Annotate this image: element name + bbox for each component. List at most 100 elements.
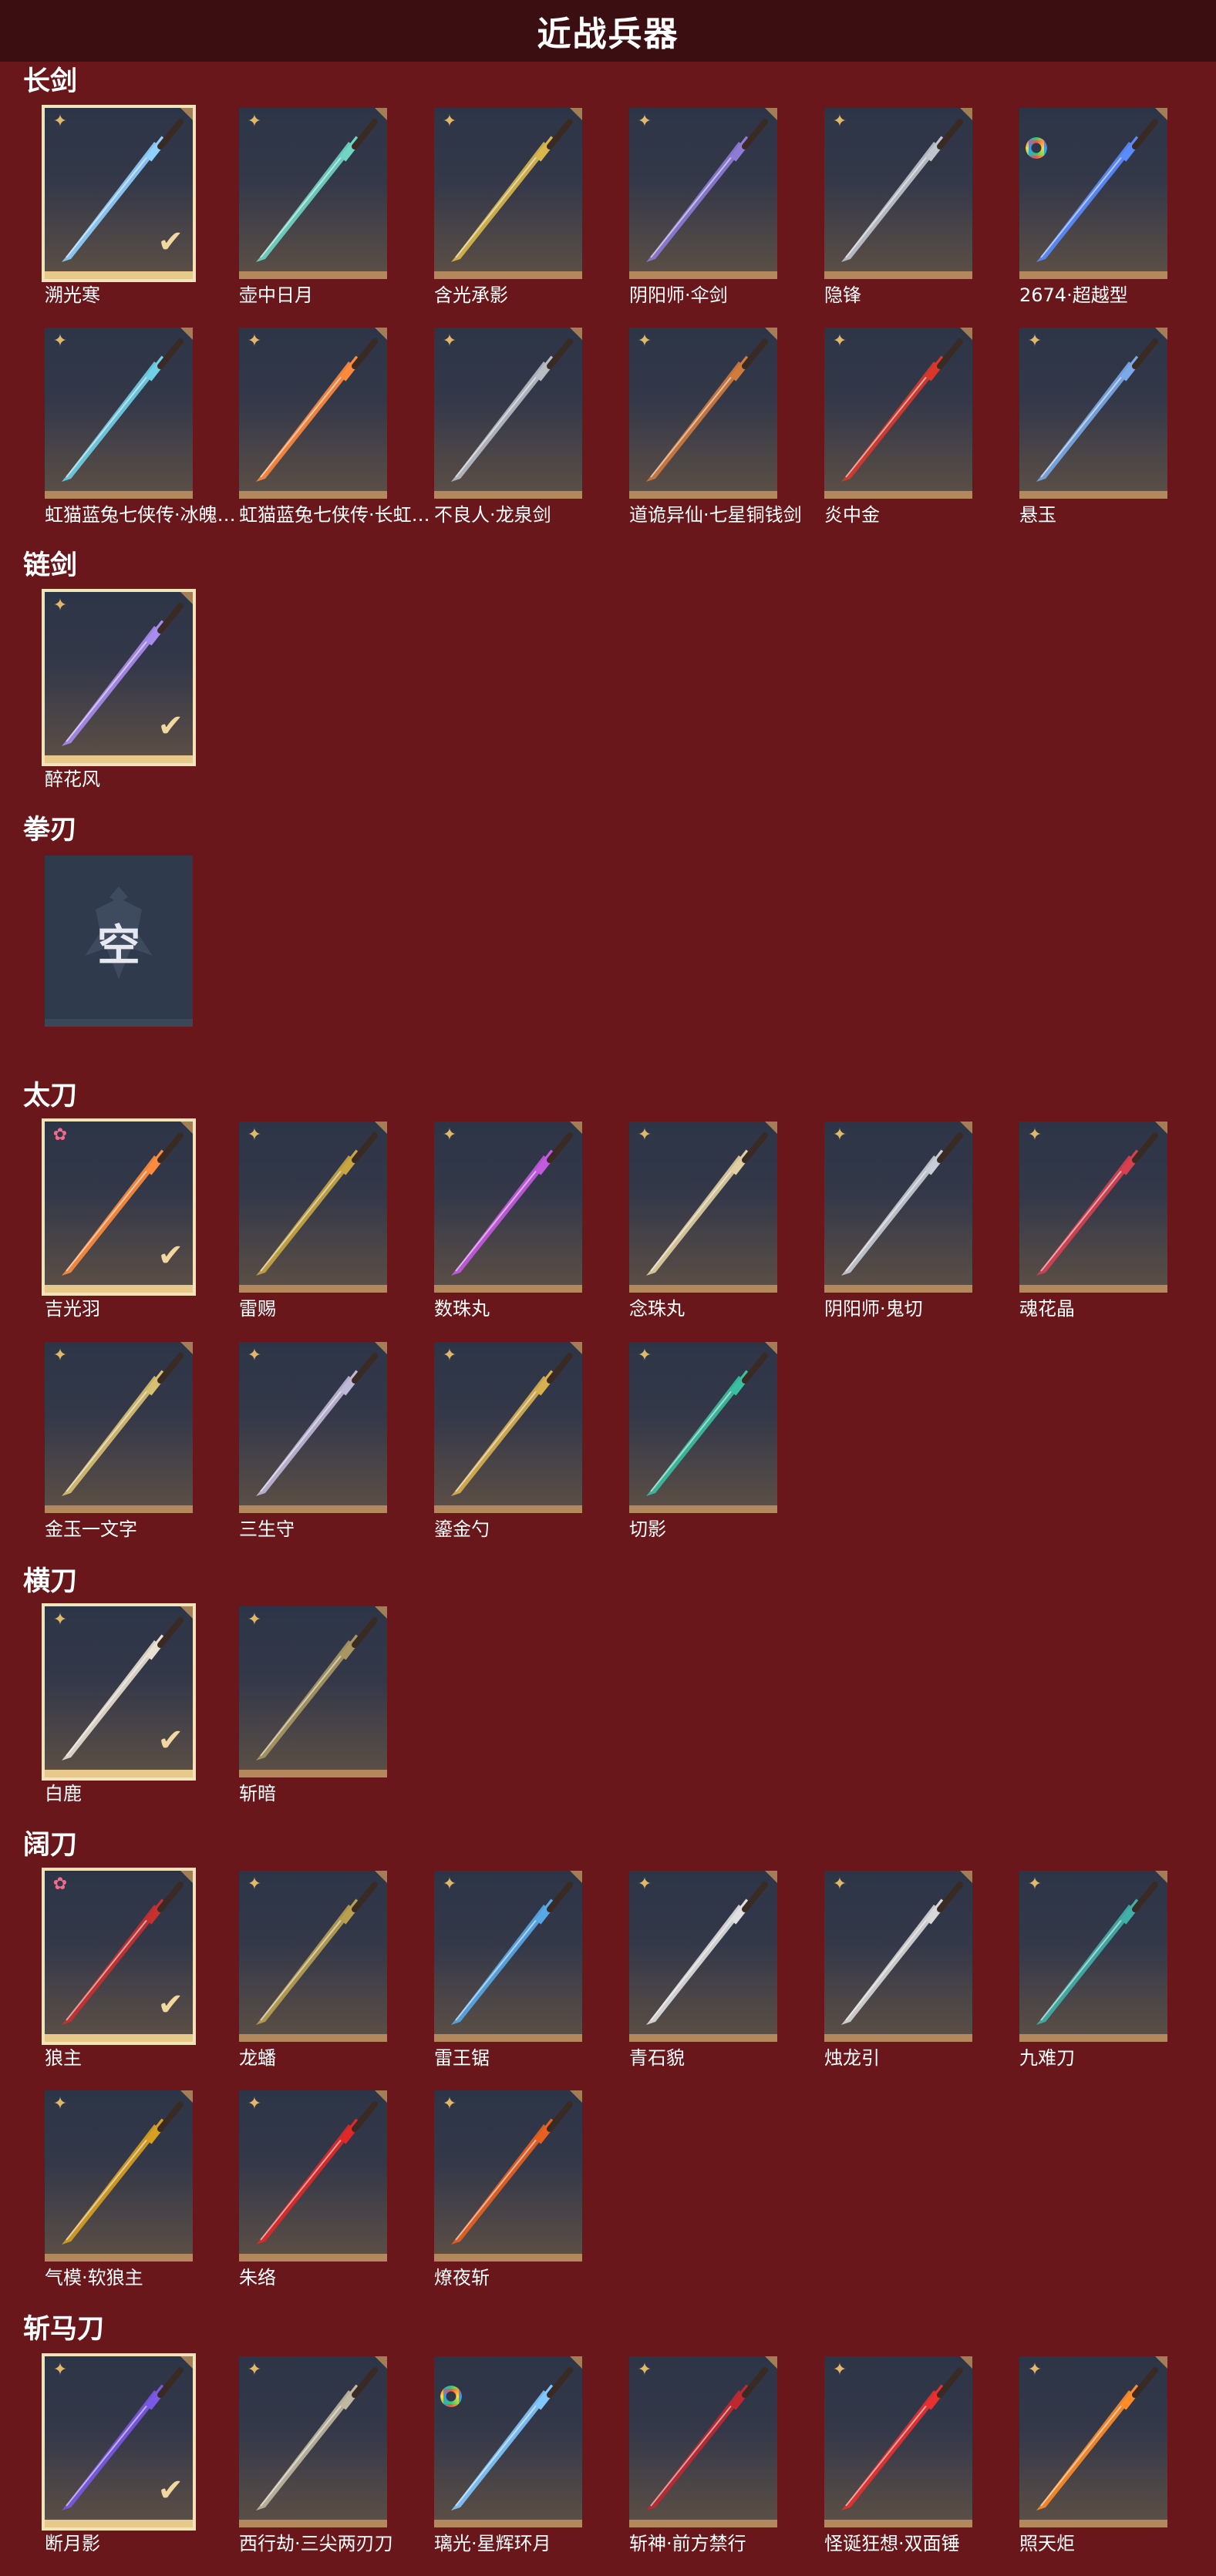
weapon-image: [256, 1882, 378, 2025]
gold-star-icon: ✦: [247, 1346, 262, 1365]
weapon-label: 阴阳师·伞剑: [629, 284, 728, 306]
weapon-card[interactable]: ✦ 隐锋: [824, 108, 972, 306]
weapon-card[interactable]: ✦ 鎏金勺: [434, 1342, 582, 1540]
weapon-card[interactable]: 璃光·星辉环月: [434, 2356, 582, 2554]
weapon-card[interactable]: ✦ 怪诞狂想·双面锤: [824, 2356, 972, 2554]
gold-star-icon: ✦: [832, 1875, 847, 1894]
weapon-image: [62, 1353, 184, 1496]
weapon-card[interactable]: ✦ 魂花晶: [1019, 1122, 1167, 1320]
weapon-card[interactable]: ✦ 青石貌: [629, 1871, 777, 2069]
gold-star-icon: ✦: [832, 1125, 847, 1145]
gold-star-icon: ✦: [637, 331, 652, 351]
weapon-label: 炎中金: [824, 504, 880, 526]
weapon-card[interactable]: ✦ 阴阳师·鬼切: [824, 1122, 972, 1320]
equipped-check-icon: ✔: [157, 224, 184, 260]
weapon-card[interactable]: ✦ 念珠丸: [629, 1122, 777, 1320]
section-title-zhanmadao: 斩马刀: [23, 2314, 105, 2345]
weapon-image: [1036, 119, 1158, 262]
gold-star-icon: ✦: [247, 1875, 262, 1894]
weapon-image: [646, 119, 768, 262]
weapon-card[interactable]: ✦ 阴阳师·伞剑: [629, 108, 777, 306]
weapon-label: 壶中日月: [239, 284, 313, 306]
weapon-tile: ✦: [45, 1342, 193, 1513]
weapon-card[interactable]: ✦ 九难刀: [1019, 1871, 1167, 2069]
empty-slot-text: 空: [97, 921, 140, 971]
weapon-tile: ✦: [1019, 2356, 1167, 2527]
gold-star-icon: ✦: [442, 1346, 457, 1365]
weapon-card[interactable]: ✦ 斩暗: [239, 1606, 387, 1804]
equipped-check-icon: ✔: [157, 1987, 184, 2023]
weapon-image: [646, 1353, 768, 1496]
weapon-card[interactable]: ✦ ✔ 溯光寒: [45, 108, 193, 306]
weapon-tile: ✦: [1019, 1871, 1167, 2042]
weapon-label: 悬玉: [1019, 504, 1056, 526]
equipped-check-icon: ✔: [157, 708, 184, 744]
weapon-image: [256, 1353, 378, 1496]
weapon-tile: ✦: [239, 328, 387, 499]
weapon-image: [451, 338, 573, 482]
weapon-card[interactable]: ✦ 含光承影: [434, 108, 582, 306]
weapon-card[interactable]: ✦ ✔ 断月影: [45, 2356, 193, 2554]
weapon-tile: ✦ ✔: [45, 108, 193, 279]
weapon-card[interactable]: ✦ 三生守: [239, 1342, 387, 1540]
weapon-card[interactable]: 2674·超越型: [1019, 108, 1167, 306]
weapon-card[interactable]: ✿ ✔ 狼主: [45, 1871, 193, 2069]
weapon-card[interactable]: ✦ ✔ 白鹿: [45, 1606, 193, 1804]
weapon-card[interactable]: ✦ ✔ 醉花风: [45, 592, 193, 790]
gold-star-icon: ✦: [637, 1346, 652, 1365]
weapon-label: 断月影: [45, 2533, 100, 2554]
weapon-card[interactable]: ✦ 壶中日月: [239, 108, 387, 306]
section-title-quanren: 拳刃: [23, 815, 78, 846]
weapon-label: 道诡异仙·七星铜钱剑: [629, 504, 802, 526]
weapon-card[interactable]: ✦ 雷王锯: [434, 1871, 582, 2069]
weapon-card[interactable]: ✦ 朱络: [239, 2090, 387, 2288]
weapon-image: [451, 119, 573, 262]
weapon-image: [841, 119, 963, 262]
weapon-image: [841, 1882, 963, 2025]
weapon-card[interactable]: ✦ 照天炬: [1019, 2356, 1167, 2554]
weapon-card[interactable]: ✦ 燎夜斩: [434, 2090, 582, 2288]
weapon-tile: [1019, 108, 1167, 279]
empty-slot[interactable]: 空: [45, 856, 193, 1027]
weapon-tile: ✦: [1019, 328, 1167, 499]
gold-star-icon: ✦: [52, 596, 68, 615]
weapon-card[interactable]: ✦ 气模·软狼主: [45, 2090, 193, 2288]
weapon-card[interactable]: ✦ 龙蟠: [239, 1871, 387, 2069]
weapon-card[interactable]: ✦ 虹猫蓝兔七侠传·冰魄…: [45, 328, 236, 526]
weapon-card[interactable]: ✦ 雷赐: [239, 1122, 387, 1320]
weapon-tile: ✦: [629, 1342, 777, 1513]
weapon-card[interactable]: ✦ 金玉一文字: [45, 1342, 193, 1540]
weapon-label: 朱络: [239, 2267, 276, 2288]
section-title-hengdao: 横刀: [23, 1566, 78, 1597]
weapon-card[interactable]: ✦ 悬玉: [1019, 328, 1167, 526]
weapon-label: 数珠丸: [434, 1298, 490, 1320]
weapon-card[interactable]: ✦ 炎中金: [824, 328, 972, 526]
weapon-card[interactable]: ✦ 斩神·前方禁行: [629, 2356, 777, 2554]
section-title-taidao: 太刀: [23, 1081, 78, 1111]
weapon-label: 魂花晶: [1019, 1298, 1075, 1320]
weapon-card[interactable]: ✦ 数珠丸: [434, 1122, 582, 1320]
weapon-tile: ✦: [239, 1871, 387, 2042]
page-title: 近战兵器: [537, 15, 679, 54]
weapon-label: 三生守: [239, 1518, 295, 1540]
weapon-tile: ✦: [434, 108, 582, 279]
weapon-card[interactable]: ✦ 虹猫蓝兔七侠传·长虹…: [239, 328, 430, 526]
equipped-check-icon: ✔: [157, 2473, 184, 2508]
weapon-tile: ✦: [629, 1871, 777, 2042]
weapon-card[interactable]: ✿ ✔ 吉光羽: [45, 1122, 193, 1320]
section-title-changjian: 长剑: [23, 66, 78, 97]
weapon-card[interactable]: ✦ 烛龙引: [824, 1871, 972, 2069]
weapon-tile: ✦: [45, 2090, 193, 2262]
weapon-image: [646, 2367, 768, 2510]
equipped-check-icon: ✔: [157, 1238, 184, 1273]
weapon-card[interactable]: ✦ 切影: [629, 1342, 777, 1540]
weapon-tile: ✦: [629, 108, 777, 279]
weapon-card[interactable]: ✦ 西行劫·三尖两刃刀: [239, 2356, 393, 2554]
weapon-card[interactable]: ✦ 不良人·龙泉剑: [434, 328, 582, 526]
weapon-image: [1036, 2367, 1158, 2510]
gold-star-icon: ✦: [442, 1125, 457, 1145]
section-title-lianjian: 链剑: [23, 550, 78, 581]
gold-star-icon: ✦: [1027, 331, 1043, 351]
weapon-label: 怪诞狂想·双面锤: [824, 2533, 960, 2554]
weapon-card[interactable]: ✦ 道诡异仙·七星铜钱剑: [629, 328, 802, 526]
